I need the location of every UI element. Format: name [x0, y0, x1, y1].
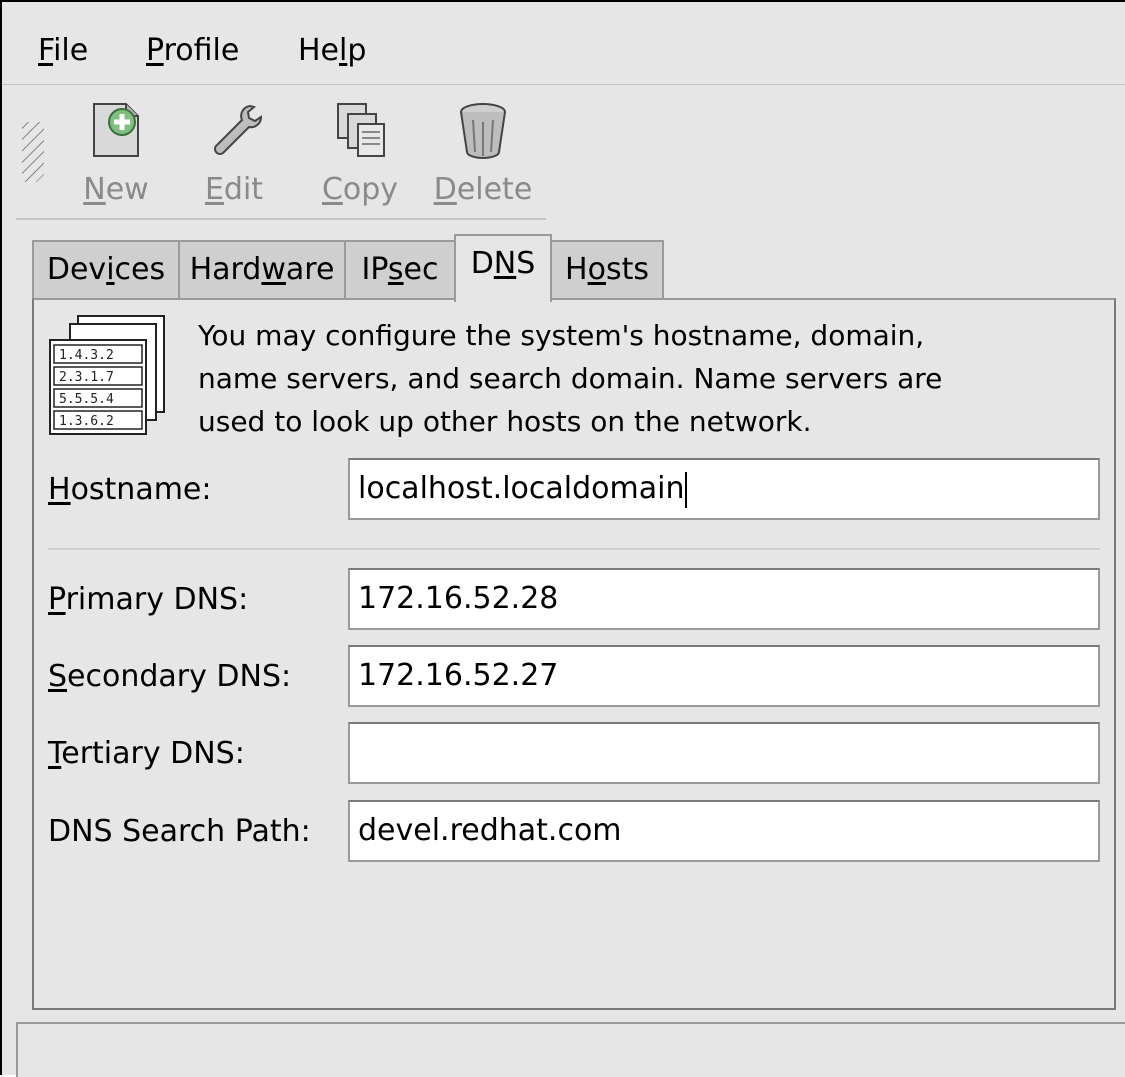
text-cursor: [685, 471, 688, 508]
new-icon: [93, 103, 139, 157]
tertiary-dns-input[interactable]: [348, 722, 1100, 784]
tab-hardware[interactable]: Hardware: [178, 240, 346, 298]
secondary-dns-input[interactable]: 172.16.52.27: [348, 645, 1100, 707]
separator: [48, 548, 1100, 550]
edit-button-label: Edit: [204, 172, 264, 207]
copy-icon: [337, 103, 385, 157]
dns-tab-panel: 1.4.3.2 2.3.1.7 5.5.5.4 1.3.6.2 You may …: [32, 298, 1116, 1010]
dns-list-icon: 1.4.3.2 2.3.1.7 5.5.5.4 1.3.6.2: [49, 315, 165, 435]
copy-button-label: Copy: [321, 172, 399, 207]
edit-button[interactable]: Edit: [188, 86, 280, 216]
dns-icon-entry: 1.4.3.2: [59, 348, 114, 363]
menu-file[interactable]: File: [38, 32, 88, 70]
delete-button[interactable]: Delete: [428, 86, 538, 216]
new-button-label: New: [83, 172, 149, 207]
toolbar: New Edit Copy Delete: [16, 86, 546, 220]
dns-description: You may configure the system's hostname,…: [198, 319, 943, 438]
trash-icon: [460, 103, 506, 159]
secondary-dns-label: Secondary DNS:: [48, 659, 292, 694]
hostname-label: Hostname:: [48, 472, 212, 507]
tertiary-dns-label: Tertiary DNS:: [48, 736, 245, 771]
dns-icon-entry: 5.5.5.4: [59, 392, 114, 407]
tab-ipsec[interactable]: IPsec: [344, 240, 456, 298]
status-bar: [16, 1022, 1125, 1077]
dns-search-path-input[interactable]: devel.redhat.com: [348, 800, 1100, 862]
tab-dns[interactable]: DNS: [454, 234, 552, 302]
primary-dns-input[interactable]: 172.16.52.28: [348, 568, 1100, 630]
delete-button-label: Delete: [433, 172, 533, 207]
wrench-icon: [214, 104, 262, 155]
dns-search-path-label: DNS Search Path:: [48, 814, 311, 849]
dns-icon-entry: 1.3.6.2: [59, 414, 114, 429]
primary-dns-label: Primary DNS:: [48, 582, 249, 617]
menu-bar: File Profile Help: [2, 2, 1125, 85]
copy-button[interactable]: Copy: [308, 86, 412, 216]
dns-icon-entry: 2.3.1.7: [59, 370, 114, 385]
network-configuration-window: File Profile Help New Edit Copy Delete D…: [0, 0, 1125, 1077]
menu-profile[interactable]: Profile: [146, 32, 239, 70]
new-button[interactable]: New: [64, 86, 168, 216]
tab-hosts[interactable]: Hosts: [550, 240, 664, 298]
tab-devices[interactable]: Devices: [32, 240, 180, 298]
menu-help[interactable]: Help: [298, 32, 366, 70]
hostname-input[interactable]: localhost.localdomain: [348, 458, 1100, 520]
toolbar-grip-handle[interactable]: [22, 122, 44, 182]
